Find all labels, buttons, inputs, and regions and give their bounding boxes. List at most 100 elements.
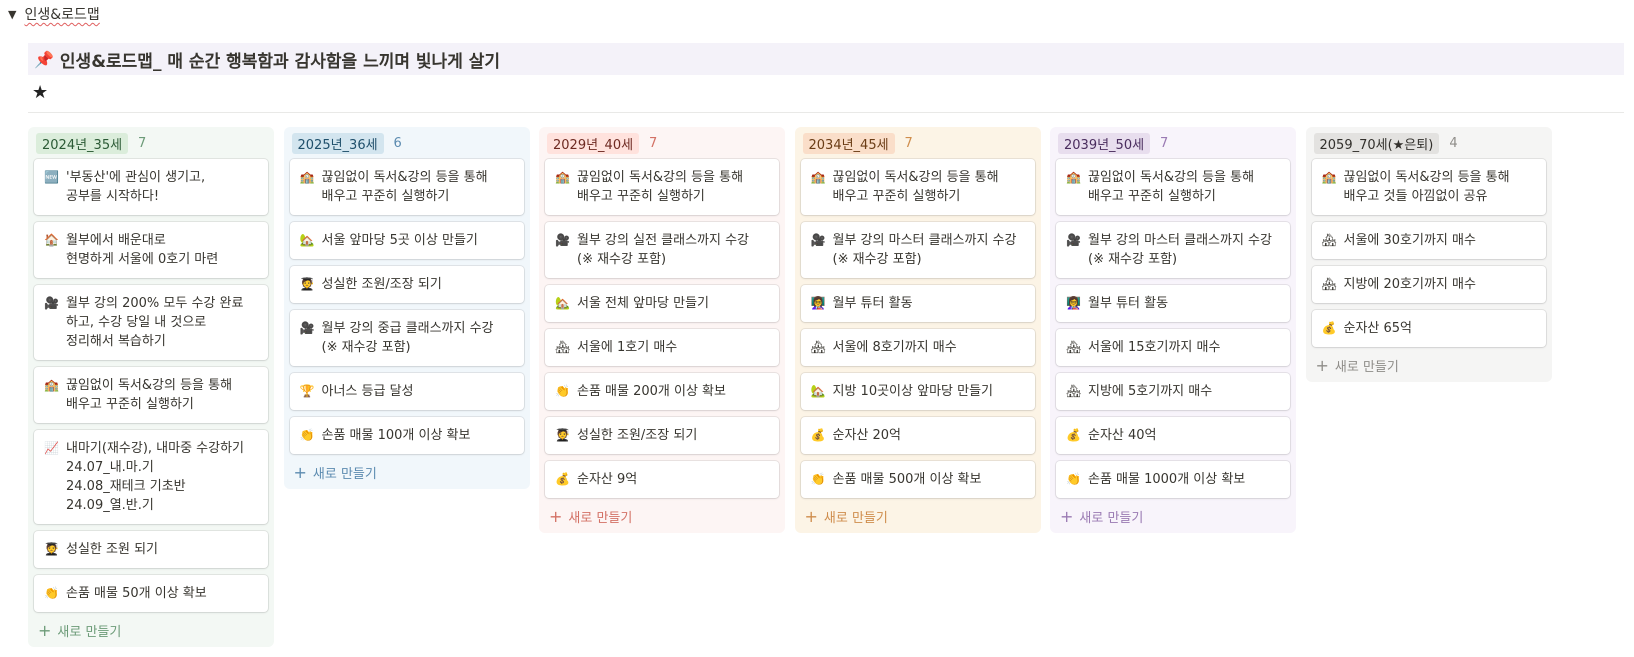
card-title: 손품 매물 1000개 이상 확보 bbox=[1088, 472, 1246, 487]
school-icon: 🏫 bbox=[810, 170, 826, 184]
card-title: 손품 매물 50개 이상 확보 bbox=[66, 586, 207, 601]
board-card[interactable]: 📈 내마기(재수강), 내마중 수강하기 24.07_내.마.기 24.08_재테… bbox=[34, 430, 268, 524]
card-title: 끊임없이 독서&강의 등을 통해 배우고 것들 아낌없이 공유 bbox=[1343, 170, 1510, 204]
new-card-button[interactable]: + 새로 만들기 bbox=[801, 505, 1035, 527]
plus-icon: + bbox=[293, 462, 307, 482]
board-card[interactable]: 👏 손품 매물 1000개 이상 확보 bbox=[1056, 461, 1290, 498]
houses-icon: 🏘 bbox=[1321, 233, 1337, 247]
money-bag-icon: 💰 bbox=[810, 428, 826, 442]
board-card[interactable]: 💰 순자산 20억 bbox=[800, 417, 1035, 454]
board-card[interactable]: 🎥 월부 강의 마스터 클래스까지 수강 (※ 재수강 포함) bbox=[800, 222, 1035, 278]
school-icon: 🏫 bbox=[1066, 170, 1081, 184]
board-card[interactable]: 👩‍🏫 월부 튜터 활동 bbox=[800, 285, 1035, 322]
card-title: 월부에서 배운대로 현명하게 서울에 0호기 마련 bbox=[66, 233, 219, 267]
teacher-icon: 👩‍🏫 bbox=[810, 296, 826, 310]
board-card[interactable]: 🏘 서울에 15호기까지 매수 bbox=[1056, 329, 1290, 366]
board-card[interactable]: 💰 순자산 65억 bbox=[1311, 310, 1546, 347]
column-header[interactable]: 2024년_35세 7 bbox=[34, 131, 268, 155]
new-card-button[interactable]: + 새로 만들기 bbox=[1056, 505, 1290, 527]
board-card[interactable]: 🎥 월부 강의 마스터 클래스까지 수강 (※ 재수강 포함) bbox=[1056, 222, 1290, 278]
board-card[interactable]: 👩‍🏫 월부 튜터 활동 bbox=[1056, 285, 1290, 322]
board-card[interactable]: 🏘 지방에 20호기까지 매수 bbox=[1311, 266, 1546, 303]
board-card[interactable]: 🆕 '부동산'에 관심이 생기고, 공부를 시작하다! bbox=[34, 159, 268, 215]
clap-icon: 👏 bbox=[810, 472, 826, 486]
board-card[interactable]: 🧑‍🎓 성실한 조원/조장 되기 bbox=[545, 417, 779, 454]
school-icon: 🏫 bbox=[1321, 170, 1337, 184]
trophy-icon: 🏆 bbox=[299, 384, 315, 398]
board-card[interactable]: 🏫 끊임없이 독서&강의 등을 통해 배우고 꾸준히 실행하기 bbox=[545, 159, 779, 215]
card-title: 월부 강의 200% 모두 수강 완료 하고, 수강 당일 내 것으로 정리해서… bbox=[66, 296, 244, 349]
card-title: 순자산 65억 bbox=[1343, 321, 1413, 336]
clap-icon: 👏 bbox=[44, 586, 59, 600]
board-card[interactable]: 🏠 월부에서 배운대로 현명하게 서울에 0호기 마련 bbox=[34, 222, 268, 278]
board-card[interactable]: 👏 손품 매물 50개 이상 확보 bbox=[34, 575, 268, 612]
card-title: 성실한 조원 되기 bbox=[66, 542, 158, 557]
board-card[interactable]: 🏫 끊임없이 독서&강의 등을 통해 배우고 꾸준히 실행하기 bbox=[800, 159, 1035, 215]
houses-icon: 🏘 bbox=[1066, 340, 1082, 354]
board-card[interactable]: 🏡 서울 전체 앞마당 만들기 bbox=[545, 285, 779, 322]
board-card[interactable]: 🏘 지방에 5호기까지 매수 bbox=[1056, 373, 1290, 410]
column-header[interactable]: 2039년_50세 7 bbox=[1056, 131, 1290, 155]
column-tag: 2034년_45세 bbox=[802, 132, 895, 154]
board-card[interactable]: 👏 손품 매물 100개 이상 확보 bbox=[289, 417, 524, 454]
card-title: 손품 매물 200개 이상 확보 bbox=[577, 384, 726, 399]
board-card[interactable]: 🏘 서울에 30호기까지 매수 bbox=[1311, 222, 1546, 259]
board-card[interactable]: 🏘 서울에 1호기 매수 bbox=[545, 329, 779, 366]
board-card[interactable]: 🏘 서울에 8호기까지 매수 bbox=[800, 329, 1035, 366]
column-count: 7 bbox=[138, 135, 147, 151]
board-card[interactable]: 🏫 끊임없이 독서&강의 등을 통해 배우고 꾸준히 실행하기 bbox=[34, 367, 268, 423]
column-header[interactable]: 2025년_36세 6 bbox=[290, 131, 524, 155]
new-card-button[interactable]: + 새로 만들기 bbox=[290, 461, 524, 483]
card-title: 순자산 20억 bbox=[832, 428, 902, 443]
callout-text: 인생&로드맵_ 매 순간 행복함과 감사함을 느끼며 빛나게 살기 bbox=[59, 51, 501, 72]
student-icon: 🧑‍🎓 bbox=[555, 428, 570, 442]
board-card[interactable]: 🏫 끊임없이 독서&강의 등을 통해 배우고 꾸준히 실행하기 bbox=[1056, 159, 1290, 215]
board-card[interactable]: 🏫 끊임없이 독서&강의 등을 통해 배우고 것들 아낌없이 공유 bbox=[1311, 159, 1546, 215]
new-card-button[interactable]: + 새로 만들기 bbox=[1312, 354, 1546, 376]
column-tag: 2029년_40세 bbox=[547, 132, 640, 154]
house-garden-icon: 🏡 bbox=[299, 233, 315, 247]
board-card[interactable]: 🧑‍🎓 성실한 조원 되기 bbox=[34, 531, 268, 568]
card-title: '부동산'에 관심이 생기고, 공부를 시작하다! bbox=[66, 170, 206, 204]
card-title: 순자산 40억 bbox=[1088, 428, 1157, 443]
board-card[interactable]: 🎥 월부 강의 200% 모두 수강 완료 하고, 수강 당일 내 것으로 정리해… bbox=[34, 285, 268, 360]
board-card[interactable]: 🎥 월부 강의 중급 클래스까지 수강 (※ 재수강 포함) bbox=[289, 310, 524, 366]
money-bag-icon: 💰 bbox=[1066, 428, 1081, 442]
board-card[interactable]: 🏡 서울 앞마당 5곳 이상 만들기 bbox=[289, 222, 524, 259]
card-title: 지방에 20호기까지 매수 bbox=[1343, 277, 1476, 292]
new-icon: 🆕 bbox=[44, 170, 59, 184]
card-title: 손품 매물 100개 이상 확보 bbox=[321, 428, 471, 443]
toggle-triangle-icon[interactable]: ▼ bbox=[8, 8, 16, 21]
board-card[interactable]: 💰 순자산 40억 bbox=[1056, 417, 1290, 454]
new-card-label: 새로 만들기 bbox=[823, 510, 888, 526]
column-header[interactable]: 2029년_40세 7 bbox=[545, 131, 779, 155]
new-card-button[interactable]: + 새로 만들기 bbox=[34, 619, 268, 641]
column-tag: 2024년_35세 bbox=[36, 132, 129, 154]
column-count: 7 bbox=[1160, 135, 1169, 151]
column-header[interactable]: 2034년_45세 7 bbox=[801, 131, 1035, 155]
board-card[interactable]: 👏 손품 매물 200개 이상 확보 bbox=[545, 373, 779, 410]
plus-icon: + bbox=[1060, 506, 1074, 526]
board-card[interactable]: 🧑‍🎓 성실한 조원/조장 되기 bbox=[289, 266, 524, 303]
plus-icon: + bbox=[1315, 355, 1329, 375]
board-view: 2024년_35세 7 🆕 '부동산'에 관심이 생기고, 공부를 시작하다! 🏠 월부에… bbox=[28, 127, 1628, 653]
plus-icon: + bbox=[38, 620, 52, 640]
board-card[interactable]: 🏆 아너스 등급 달성 bbox=[289, 373, 524, 410]
board-card[interactable]: 🏫 끊임없이 독서&강의 등을 통해 배우고 꾸준히 실행하기 bbox=[289, 159, 524, 215]
card-title: 월부 강의 실전 클래스까지 수강 (※ 재수강 포함) bbox=[577, 233, 750, 267]
camera-icon: 🎥 bbox=[44, 296, 59, 310]
board-column: 2039년_50세 7 🏫 끊임없이 독서&강의 등을 통해 배우고 꾸준히 실행하기… bbox=[1050, 127, 1296, 533]
board-card[interactable]: 🏡 지방 10곳이상 앞마당 만들기 bbox=[800, 373, 1035, 410]
plus-icon: + bbox=[549, 506, 563, 526]
toggle-heading[interactable]: ▼ 인생&로드맵 bbox=[8, 3, 100, 25]
new-card-label: 새로 만들기 bbox=[57, 624, 122, 640]
camera-icon: 🎥 bbox=[555, 233, 570, 247]
board-card[interactable]: 👏 손품 매물 500개 이상 확보 bbox=[800, 461, 1035, 498]
clap-icon: 👏 bbox=[1066, 472, 1081, 486]
new-card-button[interactable]: + 새로 만들기 bbox=[545, 505, 779, 527]
card-title: 손품 매물 500개 이상 확보 bbox=[832, 472, 982, 487]
board-card[interactable]: 🎥 월부 강의 실전 클래스까지 수강 (※ 재수강 포함) bbox=[545, 222, 779, 278]
board-card[interactable]: 💰 순자산 9억 bbox=[545, 461, 779, 498]
column-header[interactable]: 2059_70세(★은퇴) 4 bbox=[1312, 131, 1546, 155]
card-title: 끊임없이 독서&강의 등을 통해 배우고 꾸준히 실행하기 bbox=[577, 170, 744, 204]
